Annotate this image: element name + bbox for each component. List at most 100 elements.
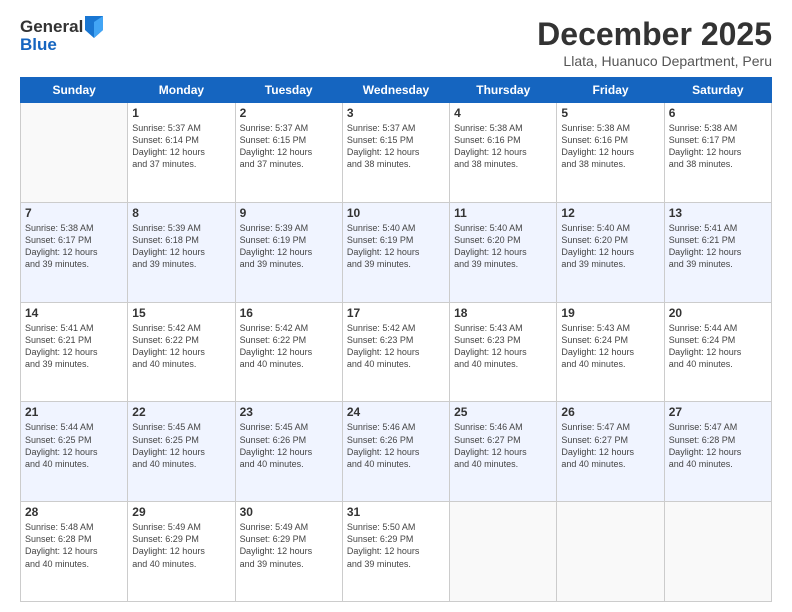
day-info: Sunrise: 5:38 AMSunset: 6:17 PMDaylight:… (669, 122, 767, 171)
day-info: Sunrise: 5:42 AMSunset: 6:22 PMDaylight:… (132, 322, 230, 371)
day-info: Sunrise: 5:42 AMSunset: 6:22 PMDaylight:… (240, 322, 338, 371)
calendar-cell: 2Sunrise: 5:37 AMSunset: 6:15 PMDaylight… (235, 103, 342, 203)
day-number: 17 (347, 306, 445, 320)
calendar-cell: 18 Sunrise: 5:43 AMSunset: 6:23 PMDayligh… (450, 302, 557, 402)
weekday-header-row: SundayMondayTuesdayWednesdayThursdayFrid… (21, 78, 772, 103)
day-info: Sunrise: 5:43 AMSunset: 6:24 PMDaylight:… (561, 322, 659, 371)
calendar-cell (21, 103, 128, 203)
weekday-header-friday: Friday (557, 78, 664, 103)
header: General Blue December 2025 Llata, Huanuc… (20, 16, 772, 69)
day-number: 21 (25, 405, 123, 419)
calendar-cell (664, 502, 771, 602)
page: General Blue December 2025 Llata, Huanuc… (0, 0, 792, 612)
day-info: Sunrise: 5:49 AMSunset: 6:29 PMDaylight:… (132, 521, 230, 570)
day-number: 5 (561, 106, 659, 120)
day-info: Sunrise: 5:38 AMSunset: 6:17 PMDaylight:… (25, 222, 123, 271)
day-info: Sunrise: 5:45 AMSunset: 6:26 PMDaylight:… (240, 421, 338, 470)
calendar-row-0: 1 Sunrise: 5:37 AMSunset: 6:14 PMDaylight… (21, 103, 772, 203)
title-block: December 2025 Llata, Huanuco Department,… (537, 16, 772, 69)
day-number: 9 (240, 206, 338, 220)
calendar-cell: 12 Sunrise: 5:40 AMSunset: 6:20 PMDayligh… (557, 202, 664, 302)
day-info: Sunrise: 5:39 AMSunset: 6:18 PMDaylight:… (132, 222, 230, 271)
calendar-cell: 24 Sunrise: 5:46 AMSunset: 6:26 PMDayligh… (342, 402, 449, 502)
logo-general-text: General (20, 17, 83, 37)
day-info: Sunrise: 5:38 AMSunset: 6:16 PMDaylight:… (561, 122, 659, 171)
calendar-row-1: 7 Sunrise: 5:38 AMSunset: 6:17 PMDaylight… (21, 202, 772, 302)
calendar-cell: 27 Sunrise: 5:47 AMSunset: 6:28 PMDayligh… (664, 402, 771, 502)
day-info: Sunrise: 5:44 AMSunset: 6:24 PMDaylight:… (669, 322, 767, 371)
calendar-cell: 3 Sunrise: 5:37 AMSunset: 6:15 PMDaylight… (342, 103, 449, 203)
day-number: 4 (454, 106, 552, 120)
day-number: 10 (347, 206, 445, 220)
logo-blue-text: Blue (20, 35, 103, 55)
calendar-cell: 25Sunrise: 5:46 AMSunset: 6:27 PMDayligh… (450, 402, 557, 502)
day-number: 18 (454, 306, 552, 320)
calendar-cell: 6Sunrise: 5:38 AMSunset: 6:17 PMDaylight… (664, 103, 771, 203)
calendar-cell: 5 Sunrise: 5:38 AMSunset: 6:16 PMDaylight… (557, 103, 664, 203)
calendar-cell: 13 Sunrise: 5:41 AMSunset: 6:21 PMDayligh… (664, 202, 771, 302)
day-number: 15 (132, 306, 230, 320)
calendar-cell: 23 Sunrise: 5:45 AMSunset: 6:26 PMDayligh… (235, 402, 342, 502)
day-info: Sunrise: 5:37 AMSunset: 6:14 PMDaylight:… (132, 122, 230, 171)
day-info: Sunrise: 5:40 AMSunset: 6:19 PMDaylight:… (347, 222, 445, 271)
calendar-cell: 28Sunrise: 5:48 AMSunset: 6:28 PMDayligh… (21, 502, 128, 602)
day-number: 23 (240, 405, 338, 419)
calendar-cell: 20 Sunrise: 5:44 AMSunset: 6:24 PMDayligh… (664, 302, 771, 402)
day-number: 26 (561, 405, 659, 419)
logo: General Blue (20, 16, 103, 55)
calendar-cell: 22Sunrise: 5:45 AMSunset: 6:25 PMDayligh… (128, 402, 235, 502)
day-info: Sunrise: 5:46 AMSunset: 6:26 PMDaylight:… (347, 421, 445, 470)
day-info: Sunrise: 5:40 AMSunset: 6:20 PMDaylight:… (561, 222, 659, 271)
weekday-header-tuesday: Tuesday (235, 78, 342, 103)
calendar-cell: 1 Sunrise: 5:37 AMSunset: 6:14 PMDaylight… (128, 103, 235, 203)
day-number: 24 (347, 405, 445, 419)
calendar-row-2: 14 Sunrise: 5:41 AMSunset: 6:21 PMDayligh… (21, 302, 772, 402)
day-info: Sunrise: 5:39 AMSunset: 6:19 PMDaylight:… (240, 222, 338, 271)
weekday-header-wednesday: Wednesday (342, 78, 449, 103)
day-number: 3 (347, 106, 445, 120)
day-number: 14 (25, 306, 123, 320)
weekday-header-sunday: Sunday (21, 78, 128, 103)
day-info: Sunrise: 5:47 AMSunset: 6:28 PMDaylight:… (669, 421, 767, 470)
day-number: 20 (669, 306, 767, 320)
day-info: Sunrise: 5:37 AMSunset: 6:15 PMDaylight:… (347, 122, 445, 171)
calendar-cell: 17 Sunrise: 5:42 AMSunset: 6:23 PMDayligh… (342, 302, 449, 402)
location: Llata, Huanuco Department, Peru (537, 53, 772, 69)
day-info: Sunrise: 5:44 AMSunset: 6:25 PMDaylight:… (25, 421, 123, 470)
day-number: 19 (561, 306, 659, 320)
calendar-cell: 31Sunrise: 5:50 AMSunset: 6:29 PMDayligh… (342, 502, 449, 602)
day-number: 1 (132, 106, 230, 120)
month-title: December 2025 (537, 16, 772, 53)
day-info: Sunrise: 5:50 AMSunset: 6:29 PMDaylight:… (347, 521, 445, 570)
calendar-cell (557, 502, 664, 602)
day-info: Sunrise: 5:46 AMSunset: 6:27 PMDaylight:… (454, 421, 552, 470)
calendar-cell: 10 Sunrise: 5:40 AMSunset: 6:19 PMDayligh… (342, 202, 449, 302)
day-number: 8 (132, 206, 230, 220)
day-info: Sunrise: 5:42 AMSunset: 6:23 PMDaylight:… (347, 322, 445, 371)
day-info: Sunrise: 5:49 AMSunset: 6:29 PMDaylight:… (240, 521, 338, 570)
calendar-cell: 29Sunrise: 5:49 AMSunset: 6:29 PMDayligh… (128, 502, 235, 602)
day-info: Sunrise: 5:43 AMSunset: 6:23 PMDaylight:… (454, 322, 552, 371)
day-number: 7 (25, 206, 123, 220)
calendar-cell: 26Sunrise: 5:47 AMSunset: 6:27 PMDayligh… (557, 402, 664, 502)
day-info: Sunrise: 5:45 AMSunset: 6:25 PMDaylight:… (132, 421, 230, 470)
calendar-table: SundayMondayTuesdayWednesdayThursdayFrid… (20, 77, 772, 602)
calendar-cell: 7 Sunrise: 5:38 AMSunset: 6:17 PMDaylight… (21, 202, 128, 302)
day-number: 28 (25, 505, 123, 519)
calendar-cell: 11Sunrise: 5:40 AMSunset: 6:20 PMDayligh… (450, 202, 557, 302)
day-number: 2 (240, 106, 338, 120)
weekday-header-monday: Monday (128, 78, 235, 103)
calendar-cell: 19 Sunrise: 5:43 AMSunset: 6:24 PMDayligh… (557, 302, 664, 402)
calendar-cell: 15 Sunrise: 5:42 AMSunset: 6:22 PMDayligh… (128, 302, 235, 402)
calendar-cell: 30Sunrise: 5:49 AMSunset: 6:29 PMDayligh… (235, 502, 342, 602)
day-number: 13 (669, 206, 767, 220)
calendar-cell: 16Sunrise: 5:42 AMSunset: 6:22 PMDayligh… (235, 302, 342, 402)
calendar-cell: 14 Sunrise: 5:41 AMSunset: 6:21 PMDayligh… (21, 302, 128, 402)
day-number: 27 (669, 405, 767, 419)
day-info: Sunrise: 5:41 AMSunset: 6:21 PMDaylight:… (25, 322, 123, 371)
calendar-cell (450, 502, 557, 602)
logo-icon (85, 16, 103, 38)
day-info: Sunrise: 5:41 AMSunset: 6:21 PMDaylight:… (669, 222, 767, 271)
day-number: 12 (561, 206, 659, 220)
weekday-header-saturday: Saturday (664, 78, 771, 103)
